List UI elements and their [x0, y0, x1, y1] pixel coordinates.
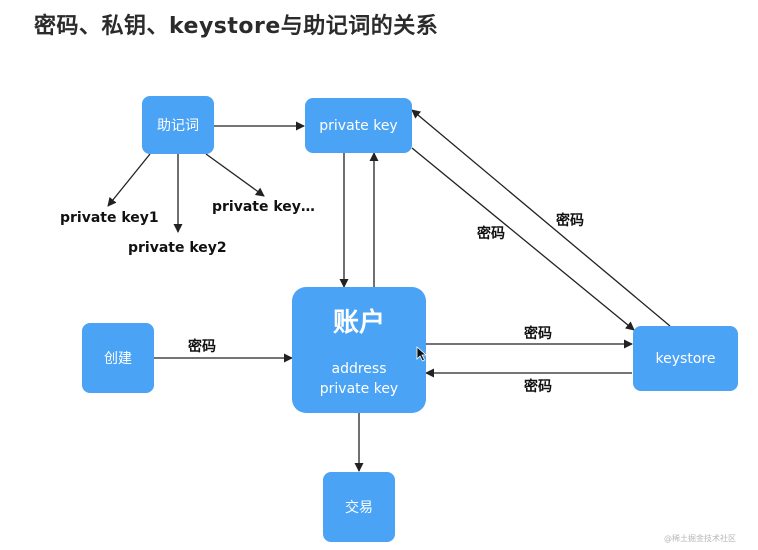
label-private-key1: private key1 — [60, 210, 159, 226]
label-private-key-more: private key… — [212, 199, 315, 215]
label-private-key2: private key2 — [128, 240, 227, 256]
keystore-label: keystore — [655, 350, 716, 367]
label-password-keystore-to-account: 密码 — [524, 379, 552, 395]
transaction-node: 交易 — [323, 472, 395, 542]
private-key-node: private key — [305, 98, 412, 153]
label-password-create: 密码 — [188, 339, 216, 355]
account-node: 账户 address private key — [292, 287, 426, 413]
label-password-account-to-keystore: 密码 — [524, 326, 552, 342]
keystore-node: keystore — [633, 326, 738, 391]
create-label: 创建 — [104, 351, 132, 367]
mnemonic-node: 助记词 — [142, 96, 214, 154]
diagram-arrows — [107, 109, 671, 472]
account-address: address — [331, 360, 387, 377]
label-password-pk-to-keystore: 密码 — [477, 226, 505, 242]
arrow-mnemonic-to-pk1 — [107, 153, 151, 207]
arrow-keystore-to-private-key — [411, 109, 671, 327]
arrow-mnemonic-to-pkn — [205, 153, 265, 197]
arrow-private-key-to-keystore — [411, 147, 635, 331]
mnemonic-label: 助记词 — [157, 118, 199, 134]
account-private-key: private key — [319, 380, 399, 397]
account-title: 账户 — [332, 307, 385, 338]
transaction-label: 交易 — [345, 500, 373, 516]
mouse-cursor-icon — [416, 346, 428, 362]
private-key-label: private key — [319, 117, 398, 134]
create-node: 创建 — [82, 323, 154, 393]
label-password-keystore-to-pk: 密码 — [556, 213, 584, 229]
watermark: @稀土掘金技术社区 — [664, 534, 736, 543]
